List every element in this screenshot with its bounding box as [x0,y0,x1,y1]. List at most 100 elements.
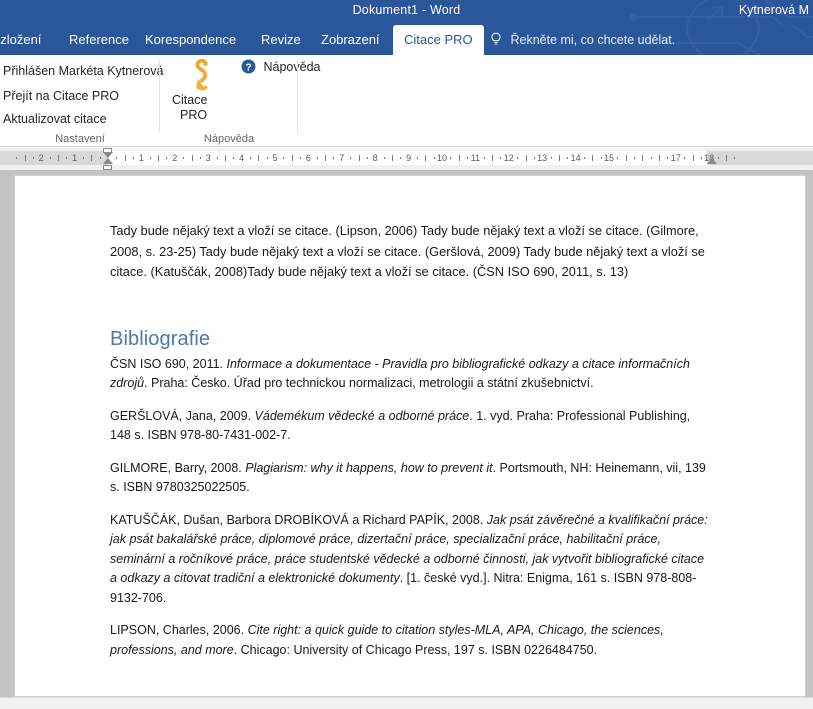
ruler-tick [492,155,494,161]
ruler-dot [316,157,318,159]
ruler-tick [592,155,594,161]
ruler-number: 11 [470,153,481,163]
ruler-dot [183,157,185,159]
ruler-number: 5 [272,153,278,163]
ruler-number: 7 [339,153,345,163]
reference-entry[interactable]: ČSN ISO 690, 2011. Informace a dokumenta… [110,355,710,394]
ruler-dot [283,157,285,159]
ruler-dot [600,157,602,159]
ruler-tick [124,155,126,161]
document-title: Dokument1 - Word [352,3,461,17]
ruler-dot [717,157,719,159]
citace-pro-button[interactable]: Citace PRO [170,57,232,131]
left-indent-marker[interactable] [103,158,113,164]
ruler-tick [57,155,59,161]
reference-entry[interactable]: GERŠLOVÁ, Jana, 2009. Vádemékum vědecké … [110,407,710,446]
ruler-dot [533,157,535,159]
ribbon-group-napoveda: Citace PRO ? Nápověda Nápověda [160,55,320,147]
ruler-number: 13 [537,153,548,163]
ruler-number: 9 [406,153,412,163]
ruler-dot [199,157,201,159]
ruler-number: 8 [372,153,378,163]
ruler-dot [567,157,569,159]
ruler-dot [149,157,151,159]
tab-revize[interactable]: Revize [250,25,312,55]
tab-reference[interactable]: Reference [58,25,140,55]
ribbon-group-nastaveni: Přihlášen Markéta Kytnerová Přejít na Ci… [0,55,164,147]
ruler-dot [16,157,18,159]
tell-me-box[interactable]: Řekněte mi, co chcete udělat. [490,25,675,55]
citace-pro-button-label-line1: Citace [172,93,208,107]
ruler-dot [383,157,385,159]
ruler-dot [216,157,218,159]
body-paragraph[interactable]: Tady bude nějaký text a vloží se citace.… [110,221,710,283]
update-citations-item[interactable]: Aktualizovat citace [3,112,107,126]
ruler-tick [458,155,460,161]
ruler-tick [525,155,527,161]
ruler-dot [700,157,702,159]
right-indent-marker[interactable] [707,158,717,164]
ruler-dot [233,157,235,159]
reference-entry[interactable]: KATUŠČÁK, Dušan, Barbora DROBÍKOVÁ a Ric… [110,511,710,609]
ref-pre: GILMORE, Barry, 2008. [110,460,246,475]
ruler-tick [358,155,360,161]
document-area: Tady bude nějaký text a vloží se citace.… [0,170,813,709]
tab-citace-pro[interactable]: Citace PRO [393,25,484,55]
ruler-tick [659,155,661,161]
ruler-dot [734,157,736,159]
title-bar: Dokument1 - Word Kytnerová M [0,0,813,25]
account-name[interactable]: Kytnerová M [739,3,809,17]
ruler-dot [433,157,435,159]
ruler-dot [550,157,552,159]
ruler-dot [300,157,302,159]
horizontal-ruler[interactable]: 2 1 1 2 3 4 5 6 7 8 9 10 11 12 13 14 15 17 18 [0,148,813,170]
ruler-dot [500,157,502,159]
ruler-number: 3 [205,153,211,163]
ruler-dot [49,157,51,159]
ruler-tick [258,155,260,161]
ribbon-group-label-nastaveni: Nastavení [55,133,105,145]
ruler-dot [333,157,335,159]
ref-pre: KATUŠČÁK, Dušan, Barbora DROBÍKOVÁ a Ric… [110,512,487,527]
ruler-number: 12 [503,153,514,163]
reference-entry[interactable]: GILMORE, Barry, 2008. Plagiarism: why it… [110,459,710,498]
document-page[interactable]: Tady bude nějaký text a vloží se citace.… [14,175,806,697]
bibliography-heading[interactable]: Bibliografie [110,328,710,351]
ruler-dot [133,157,135,159]
ruler-number: 14 [570,153,581,163]
ribbon: Přihlášen Markéta Kytnerová Přejít na Ci… [0,55,813,147]
reference-entry[interactable]: LIPSON, Charles, 2006. Cite right: a qui… [110,621,710,660]
ruler-tick [692,155,694,161]
ruler-dot [66,157,68,159]
ruler-dot [416,157,418,159]
ruler-number: 15 [603,153,615,163]
ruler-bar: 2 1 1 2 3 4 5 6 7 8 9 10 11 12 13 14 15 17 18 [0,148,813,170]
ruler-dot [450,157,452,159]
ruler-dot [483,157,485,159]
ruler-number: 2 [38,153,44,163]
ref-pre: LIPSON, Charles, 2006. [110,623,248,637]
ruler-dot [400,157,402,159]
ruler-tick [191,155,193,161]
ruler-dot [249,157,251,159]
ruler-dot [350,157,352,159]
ruler-tick [625,155,627,161]
ruler-number: 1 [72,153,78,163]
go-to-citace-pro-item[interactable]: Přejít na Citace PRO [3,89,119,103]
ribbon-tab-strip: ozložení Reference Korespondence Revize … [0,25,813,55]
ref-pre: GERŠLOVÁ, Jana, 2009. [110,408,255,423]
ruler-tick [391,155,393,161]
ruler-number: 1 [138,153,144,163]
tab-korespondence[interactable]: Korespondence [134,25,247,55]
tab-rozlozeni[interactable]: ozložení [0,25,52,55]
ruler-dot [684,157,686,159]
ref-post: . Praha: Česko. Úřad pro technickou norm… [144,376,594,390]
ref-title: Vádemékum vědecké a odborné práce [254,408,470,423]
ruler-tick [158,155,160,161]
help-question-icon: ? [241,59,256,74]
signed-in-user-item[interactable]: Přihlášen Markéta Kytnerová [3,64,164,78]
ruler-dot [266,157,268,159]
ruler-number: 17 [670,153,681,163]
help-button[interactable]: ? Nápověda [238,59,323,79]
tab-zobrazeni[interactable]: Zobrazení [310,25,391,55]
